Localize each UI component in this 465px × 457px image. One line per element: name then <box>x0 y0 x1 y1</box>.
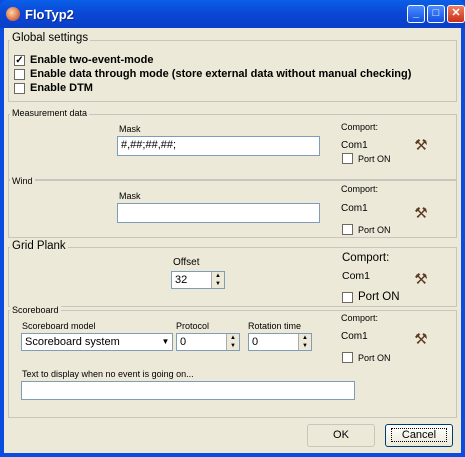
measurement-port-on-label: Port ON <box>358 154 391 164</box>
wrench-hammer-icon[interactable]: ⚒ <box>410 135 432 155</box>
data-through-mode-checkbox[interactable] <box>14 69 25 80</box>
two-event-mode-checkbox[interactable]: ✓ <box>14 55 25 66</box>
scoreboard-port-on-label: Port ON <box>358 353 391 363</box>
scoreboard-model-label: Scoreboard model <box>22 321 96 331</box>
grid-plank-offset-value: 32 <box>175 274 188 286</box>
measurement-mask-label: Mask <box>119 124 141 134</box>
wind-comport-value: Com1 <box>341 203 368 214</box>
measurement-port-on-checkbox[interactable] <box>342 153 353 164</box>
cancel-button-label: Cancel <box>390 428 448 442</box>
grid-plank-offset-label: Offset <box>173 257 200 268</box>
dtm-label: Enable DTM <box>30 82 93 94</box>
scoreboard-model-select[interactable]: Scoreboard system <box>21 333 173 351</box>
window-title: FloTyp2 <box>25 7 74 22</box>
global-settings-label: Global settings <box>10 32 91 44</box>
measurement-comport-label: Comport: <box>341 122 379 132</box>
title-bar[interactable]: FloTyp2 _ □ ✕ <box>0 0 465 28</box>
grid-plank-port-on-label: Port ON <box>358 291 400 303</box>
grid-plank-comport-value: Com1 <box>342 270 371 282</box>
close-button[interactable]: ✕ <box>447 5 465 23</box>
wind-mask-input[interactable] <box>117 203 320 223</box>
grid-plank-port-on-checkbox[interactable] <box>342 292 353 303</box>
grid-plank-comport-label: Comport: <box>342 252 390 264</box>
cancel-button[interactable]: Cancel <box>385 424 453 447</box>
wind-comport-label: Comport: <box>341 184 379 194</box>
scoreboard-port-on-checkbox[interactable] <box>342 352 353 363</box>
wrench-hammer-icon[interactable]: ⚒ <box>410 203 432 223</box>
wind-mask-label: Mask <box>119 191 141 201</box>
scoreboard-model-value: Scoreboard system <box>25 336 120 348</box>
wind-label: Wind <box>10 176 35 186</box>
measurement-data-label: Measurement data <box>10 108 90 118</box>
rotation-time-spinner[interactable]: ▲ ▼ <box>298 334 311 350</box>
dialog-window: FloTyp2 _ □ ✕ Global settings ✓ Enable t… <box>0 0 465 457</box>
minimize-button[interactable]: _ <box>407 5 425 23</box>
wrench-hammer-icon[interactable]: ⚒ <box>410 269 432 289</box>
measurement-comport-value: Com1 <box>341 140 368 151</box>
scoreboard-comport-value: Com1 <box>341 331 368 342</box>
measurement-mask-input[interactable]: #,##;##,##; <box>117 136 320 156</box>
idle-text-label: Text to display when no event is going o… <box>22 369 194 379</box>
chevron-down-icon[interactable]: ▼ <box>159 334 172 349</box>
rotation-time-value: 0 <box>252 336 259 348</box>
protocol-spinner[interactable]: ▲ ▼ <box>226 334 239 350</box>
scoreboard-label: Scoreboard <box>10 305 61 315</box>
wind-port-on-label: Port ON <box>358 225 391 235</box>
dialog-body: Global settings ✓ Enable two-event-mode … <box>4 28 461 453</box>
ok-button[interactable]: OK <box>307 424 375 447</box>
maximize-button[interactable]: □ <box>427 5 445 23</box>
idle-text-input[interactable] <box>21 381 355 400</box>
wrench-hammer-icon[interactable]: ⚒ <box>410 329 432 349</box>
grid-plank-offset-spinner[interactable]: ▲ ▼ <box>211 272 224 288</box>
scoreboard-comport-label: Comport: <box>341 313 379 323</box>
dtm-checkbox[interactable] <box>14 83 25 94</box>
grid-plank-label: Grid Plank <box>10 240 68 252</box>
protocol-value: 0 <box>180 336 187 348</box>
data-through-mode-label: Enable data through mode (store external… <box>30 68 412 80</box>
flower-icon <box>6 7 20 21</box>
rotation-time-label: Rotation time <box>248 321 302 331</box>
wind-port-on-checkbox[interactable] <box>342 224 353 235</box>
protocol-label: Protocol <box>176 321 210 331</box>
two-event-mode-label: Enable two-event-mode <box>30 54 154 66</box>
